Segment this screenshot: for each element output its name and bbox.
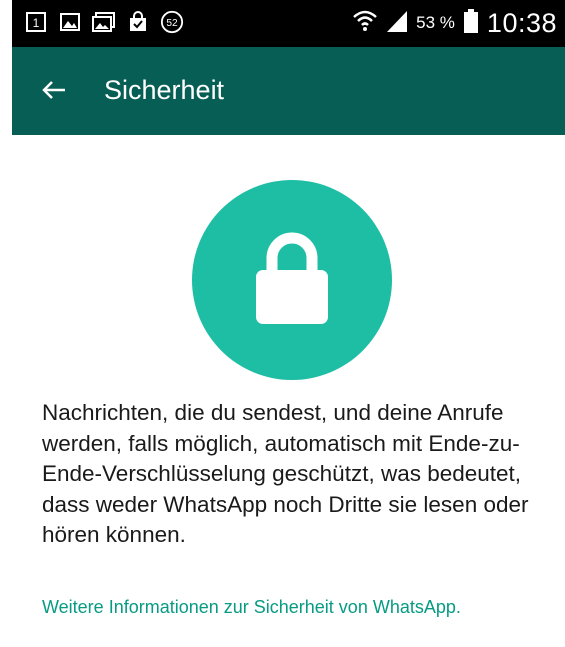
more-info-link[interactable]: Weitere Informationen zur Sicherheit von… (42, 596, 547, 619)
notification-badge-count: 52 (166, 18, 178, 29)
security-illustration (192, 180, 392, 380)
wifi-icon (352, 9, 378, 38)
signal-icon (386, 9, 408, 38)
arrow-left-icon (41, 79, 67, 106)
battery-icon (463, 8, 479, 39)
badge-icon: 52 (160, 10, 184, 34)
toolbar: Sicherheit (12, 47, 565, 135)
clock: 10:38 (486, 7, 557, 38)
encryption-description: Nachrichten, die du sendest, und deine A… (42, 400, 529, 547)
back-button[interactable] (34, 74, 74, 110)
sim-card-icon: 1 (24, 10, 48, 34)
page-title: Sicherheit (104, 75, 225, 105)
status-bar: 1 52 53 % 10:38 (12, 0, 565, 47)
status-right: 53 % 10:38 (352, 6, 557, 40)
app-screen: 1 52 53 % 10:38 Sicherheit Nachrichten, … (12, 0, 565, 647)
lock-icon (252, 230, 332, 331)
gallery-icon (92, 10, 116, 34)
svg-text:1: 1 (33, 16, 40, 30)
image-icon (58, 10, 82, 34)
shopping-bag-icon (126, 10, 150, 34)
notification-icons: 1 52 (24, 10, 184, 34)
battery-percent: 53 % (416, 13, 455, 32)
